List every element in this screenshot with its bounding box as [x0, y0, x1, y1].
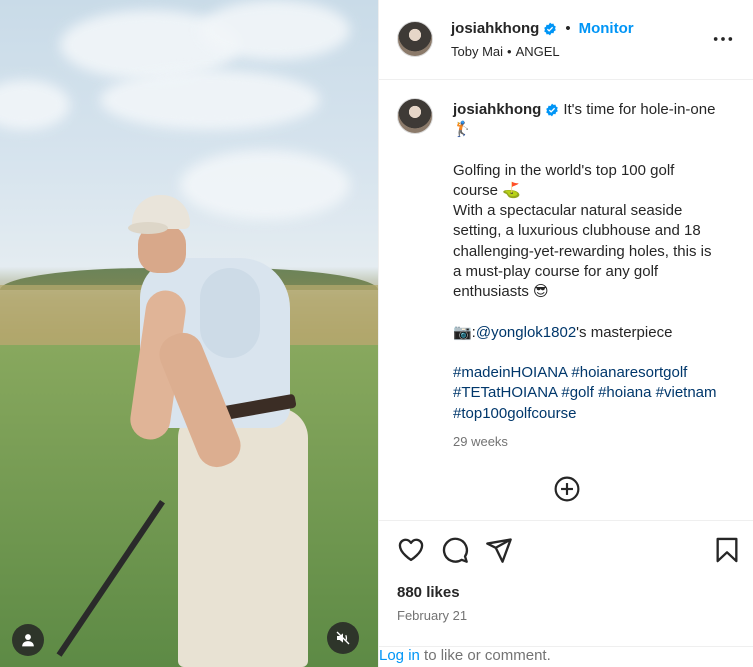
hashtag-link[interactable]: #TETatHOIANA — [453, 384, 557, 401]
cloud-shape — [200, 0, 350, 60]
hashtag-link[interactable]: #madeinHOIANA — [453, 364, 567, 381]
plus-circle-icon[interactable] — [554, 476, 580, 502]
action-bar: 880 likes February 21 — [379, 520, 753, 660]
caption-text: josiahkhong It's time for hole-in-one 🏌️… — [453, 100, 723, 452]
hashtag-link[interactable]: #golf — [561, 384, 594, 401]
verified-badge-icon — [544, 22, 557, 35]
comment-icon[interactable] — [441, 536, 469, 564]
heart-icon[interactable] — [397, 536, 425, 564]
author-line: josiahkhong • Monitor — [451, 20, 634, 37]
golfer-sleeve — [200, 268, 260, 358]
login-suffix: to like or comment. — [419, 647, 551, 664]
cloud-shape — [0, 80, 70, 130]
hashtag-list: #madeinHOIANA #hoianaresortgolf #TETatHO… — [453, 363, 723, 424]
caption-section: josiahkhong It's time for hole-in-one 🏌️… — [379, 80, 753, 520]
audio-line[interactable]: Toby Mai • ANGEL — [451, 44, 560, 59]
tagged-users-button[interactable] — [12, 624, 44, 656]
separator-dot: • — [565, 20, 571, 37]
credit-suffix: 's masterpiece — [576, 323, 673, 341]
credit-prefix: 📷: — [453, 323, 476, 341]
caption-author-avatar[interactable] — [397, 98, 433, 134]
verified-badge-icon — [546, 103, 559, 117]
hashtag-link[interactable]: #vietnam — [656, 384, 717, 401]
follow-button[interactable]: Monitor — [579, 20, 634, 37]
post-sidebar: josiahkhong • Monitor Toby Mai • ANGEL j… — [378, 0, 753, 667]
author-avatar[interactable] — [397, 21, 433, 57]
audio-separator: • — [507, 44, 512, 59]
send-icon[interactable] — [485, 536, 513, 564]
caption-line-2: Golfing in the world's top 100 golf cour… — [453, 161, 675, 199]
user-icon — [22, 634, 34, 647]
mention-link[interactable]: @yonglok1802 — [476, 324, 576, 341]
hashtag-link[interactable]: #top100golfcourse — [453, 405, 576, 422]
hashtag-link[interactable]: #hoiana — [598, 384, 651, 401]
post-age[interactable]: 29 weeks — [453, 432, 723, 452]
mute-button[interactable] — [327, 622, 359, 654]
caption-line-3: With a spectacular natural seaside setti… — [453, 202, 712, 301]
hashtag-link[interactable]: #hoianaresortgolf — [571, 364, 687, 381]
author-username[interactable]: josiahkhong — [451, 20, 539, 37]
volume-muted-icon — [336, 631, 350, 645]
cloud-shape — [180, 150, 350, 220]
more-options-icon[interactable] — [712, 28, 734, 50]
post-header: josiahkhong • Monitor Toby Mai • ANGEL — [379, 0, 753, 80]
bookmark-icon[interactable] — [713, 536, 741, 564]
caption-username[interactable]: josiahkhong — [453, 101, 541, 118]
login-prompt: Log in to like or comment. — [379, 646, 753, 664]
post-media[interactable] — [0, 0, 378, 667]
audio-artist: Toby Mai — [451, 44, 504, 59]
cloud-shape — [100, 70, 320, 130]
audio-title: ANGEL — [515, 44, 560, 59]
golfer-cap-brim — [128, 222, 168, 234]
login-link[interactable]: Log in — [379, 647, 420, 664]
post-date: February 21 — [397, 608, 468, 623]
like-count[interactable]: 880 likes — [397, 584, 460, 601]
